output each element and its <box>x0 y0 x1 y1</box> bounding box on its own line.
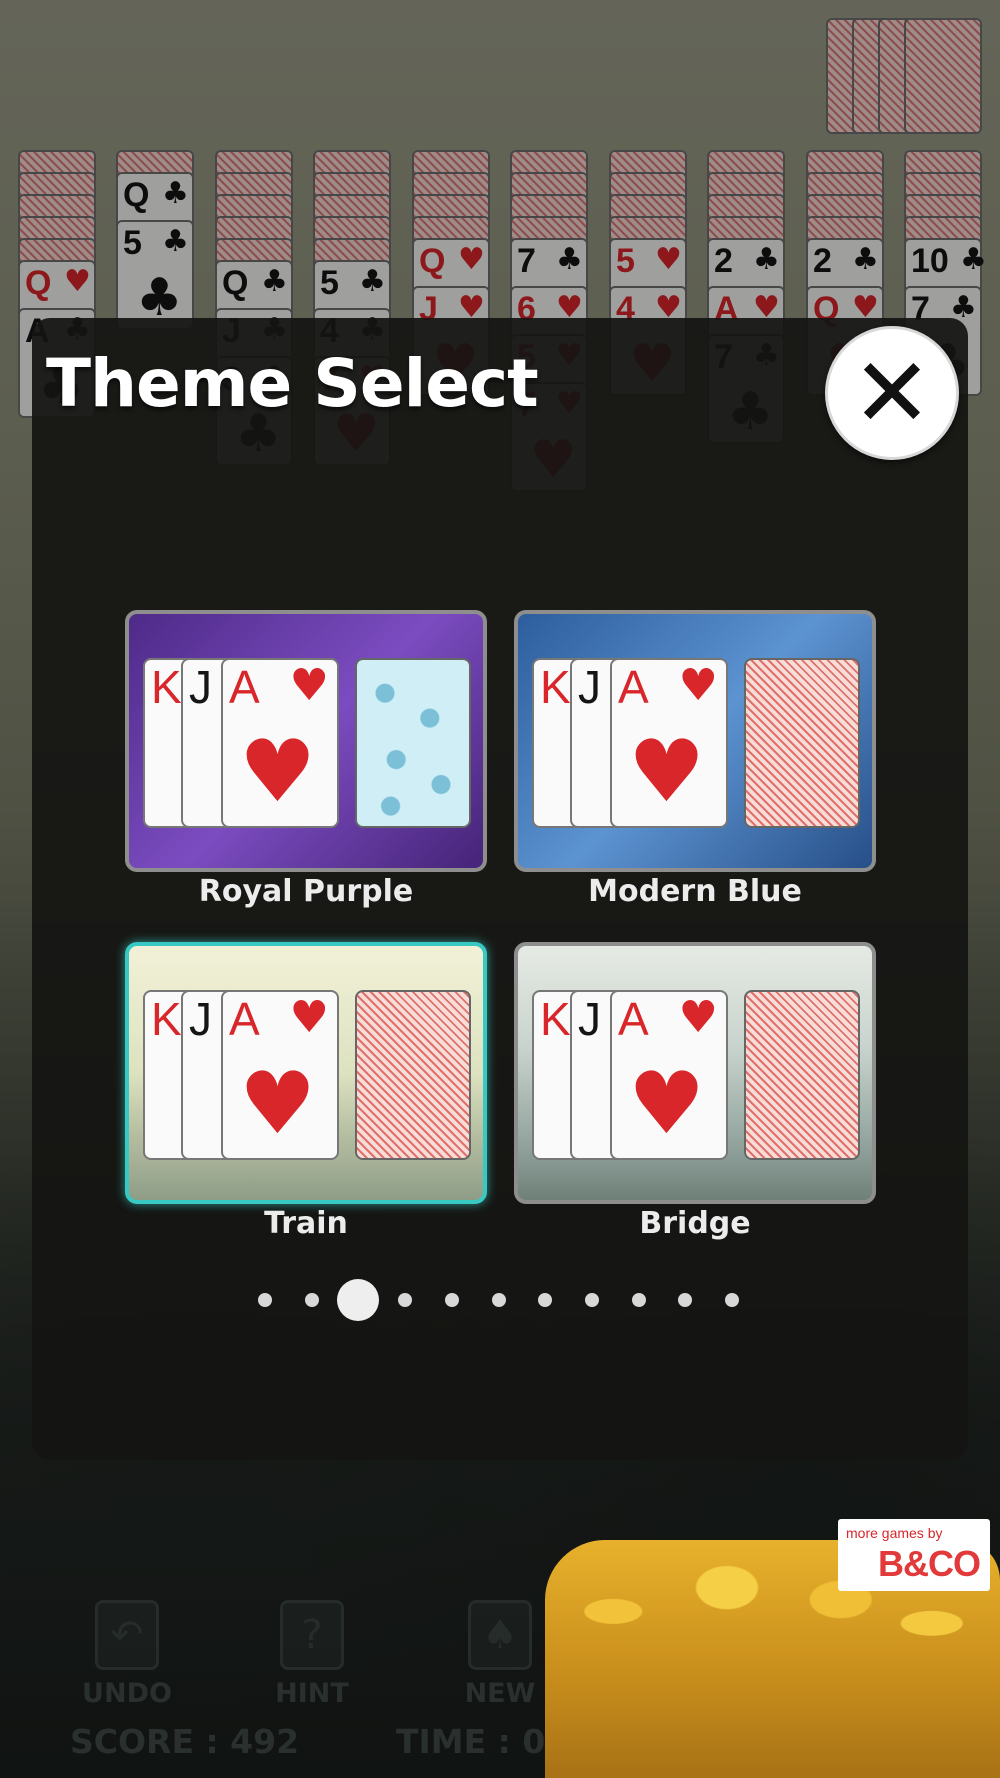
close-button[interactable]: ✕ <box>825 326 959 460</box>
heart-icon: ♥ <box>678 660 718 711</box>
preview-card-rank: A <box>618 993 649 1045</box>
preview-card-rank: K <box>151 661 182 713</box>
page-dot[interactable] <box>491 1293 506 1307</box>
ad-small-text: more games by <box>846 1525 943 1541</box>
preview-card: A ♥ ♥ <box>221 990 339 1160</box>
heart-icon: ♥ <box>239 1054 317 1154</box>
page-dot[interactable] <box>538 1293 553 1307</box>
page-dot[interactable] <box>631 1293 646 1307</box>
theme-train-tile[interactable]: K J A ♥ ♥ <box>125 942 487 1204</box>
preview-card-rank: K <box>151 993 182 1045</box>
preview-card: A ♥ ♥ <box>221 658 339 828</box>
card-back-preview <box>744 990 860 1160</box>
card-back-preview <box>744 658 860 828</box>
heart-icon: ♥ <box>628 1054 706 1154</box>
preview-card-rank: J <box>189 993 212 1045</box>
preview-card-rank: J <box>578 661 601 713</box>
more-games-ad[interactable]: more games by B&CO <box>838 1519 990 1591</box>
preview-card: A ♥ ♥ <box>610 658 728 828</box>
card-back-preview <box>355 990 471 1160</box>
preview-card: A ♥ ♥ <box>610 990 728 1160</box>
page-dot[interactable] <box>444 1293 459 1307</box>
preview-card-rank: J <box>578 993 601 1045</box>
heart-icon: ♥ <box>289 660 329 711</box>
page-dot[interactable] <box>398 1293 413 1307</box>
theme-train-label[interactable]: Train <box>125 1206 487 1241</box>
card-back-preview <box>355 658 471 828</box>
theme-modern-blue-tile[interactable]: K J A ♥ ♥ <box>514 610 876 872</box>
theme-modern-blue-label[interactable]: Modern Blue <box>514 874 876 909</box>
page-indicator <box>0 1278 1000 1322</box>
ad-brand-logo: B&CO <box>878 1543 981 1584</box>
preview-card-rank: J <box>189 661 212 713</box>
page-dot[interactable] <box>725 1293 739 1307</box>
preview-card-rank: K <box>540 661 571 713</box>
page-dot[interactable] <box>584 1293 599 1307</box>
page-dot[interactable] <box>258 1293 272 1307</box>
heart-icon: ♥ <box>289 992 329 1043</box>
page-dot[interactable] <box>337 1279 380 1321</box>
heart-icon: ♥ <box>678 992 718 1043</box>
theme-bridge-label[interactable]: Bridge <box>514 1206 876 1241</box>
heart-icon: ♥ <box>239 722 317 822</box>
heart-icon: ♥ <box>628 722 706 822</box>
preview-card-rank: K <box>540 993 571 1045</box>
page-dot[interactable] <box>304 1293 319 1307</box>
theme-royal-purple-label[interactable]: Royal Purple <box>125 874 487 909</box>
preview-card-rank: A <box>229 993 260 1045</box>
theme-bridge-tile[interactable]: K J A ♥ ♥ <box>514 942 876 1204</box>
dialog-title: Theme Select <box>46 345 539 422</box>
page-dot[interactable] <box>678 1293 693 1307</box>
close-icon: ✕ <box>851 337 933 449</box>
theme-royal-purple-tile[interactable]: K J A ♥ ♥ <box>125 610 487 872</box>
preview-card-rank: A <box>618 661 649 713</box>
preview-card-rank: A <box>229 661 260 713</box>
